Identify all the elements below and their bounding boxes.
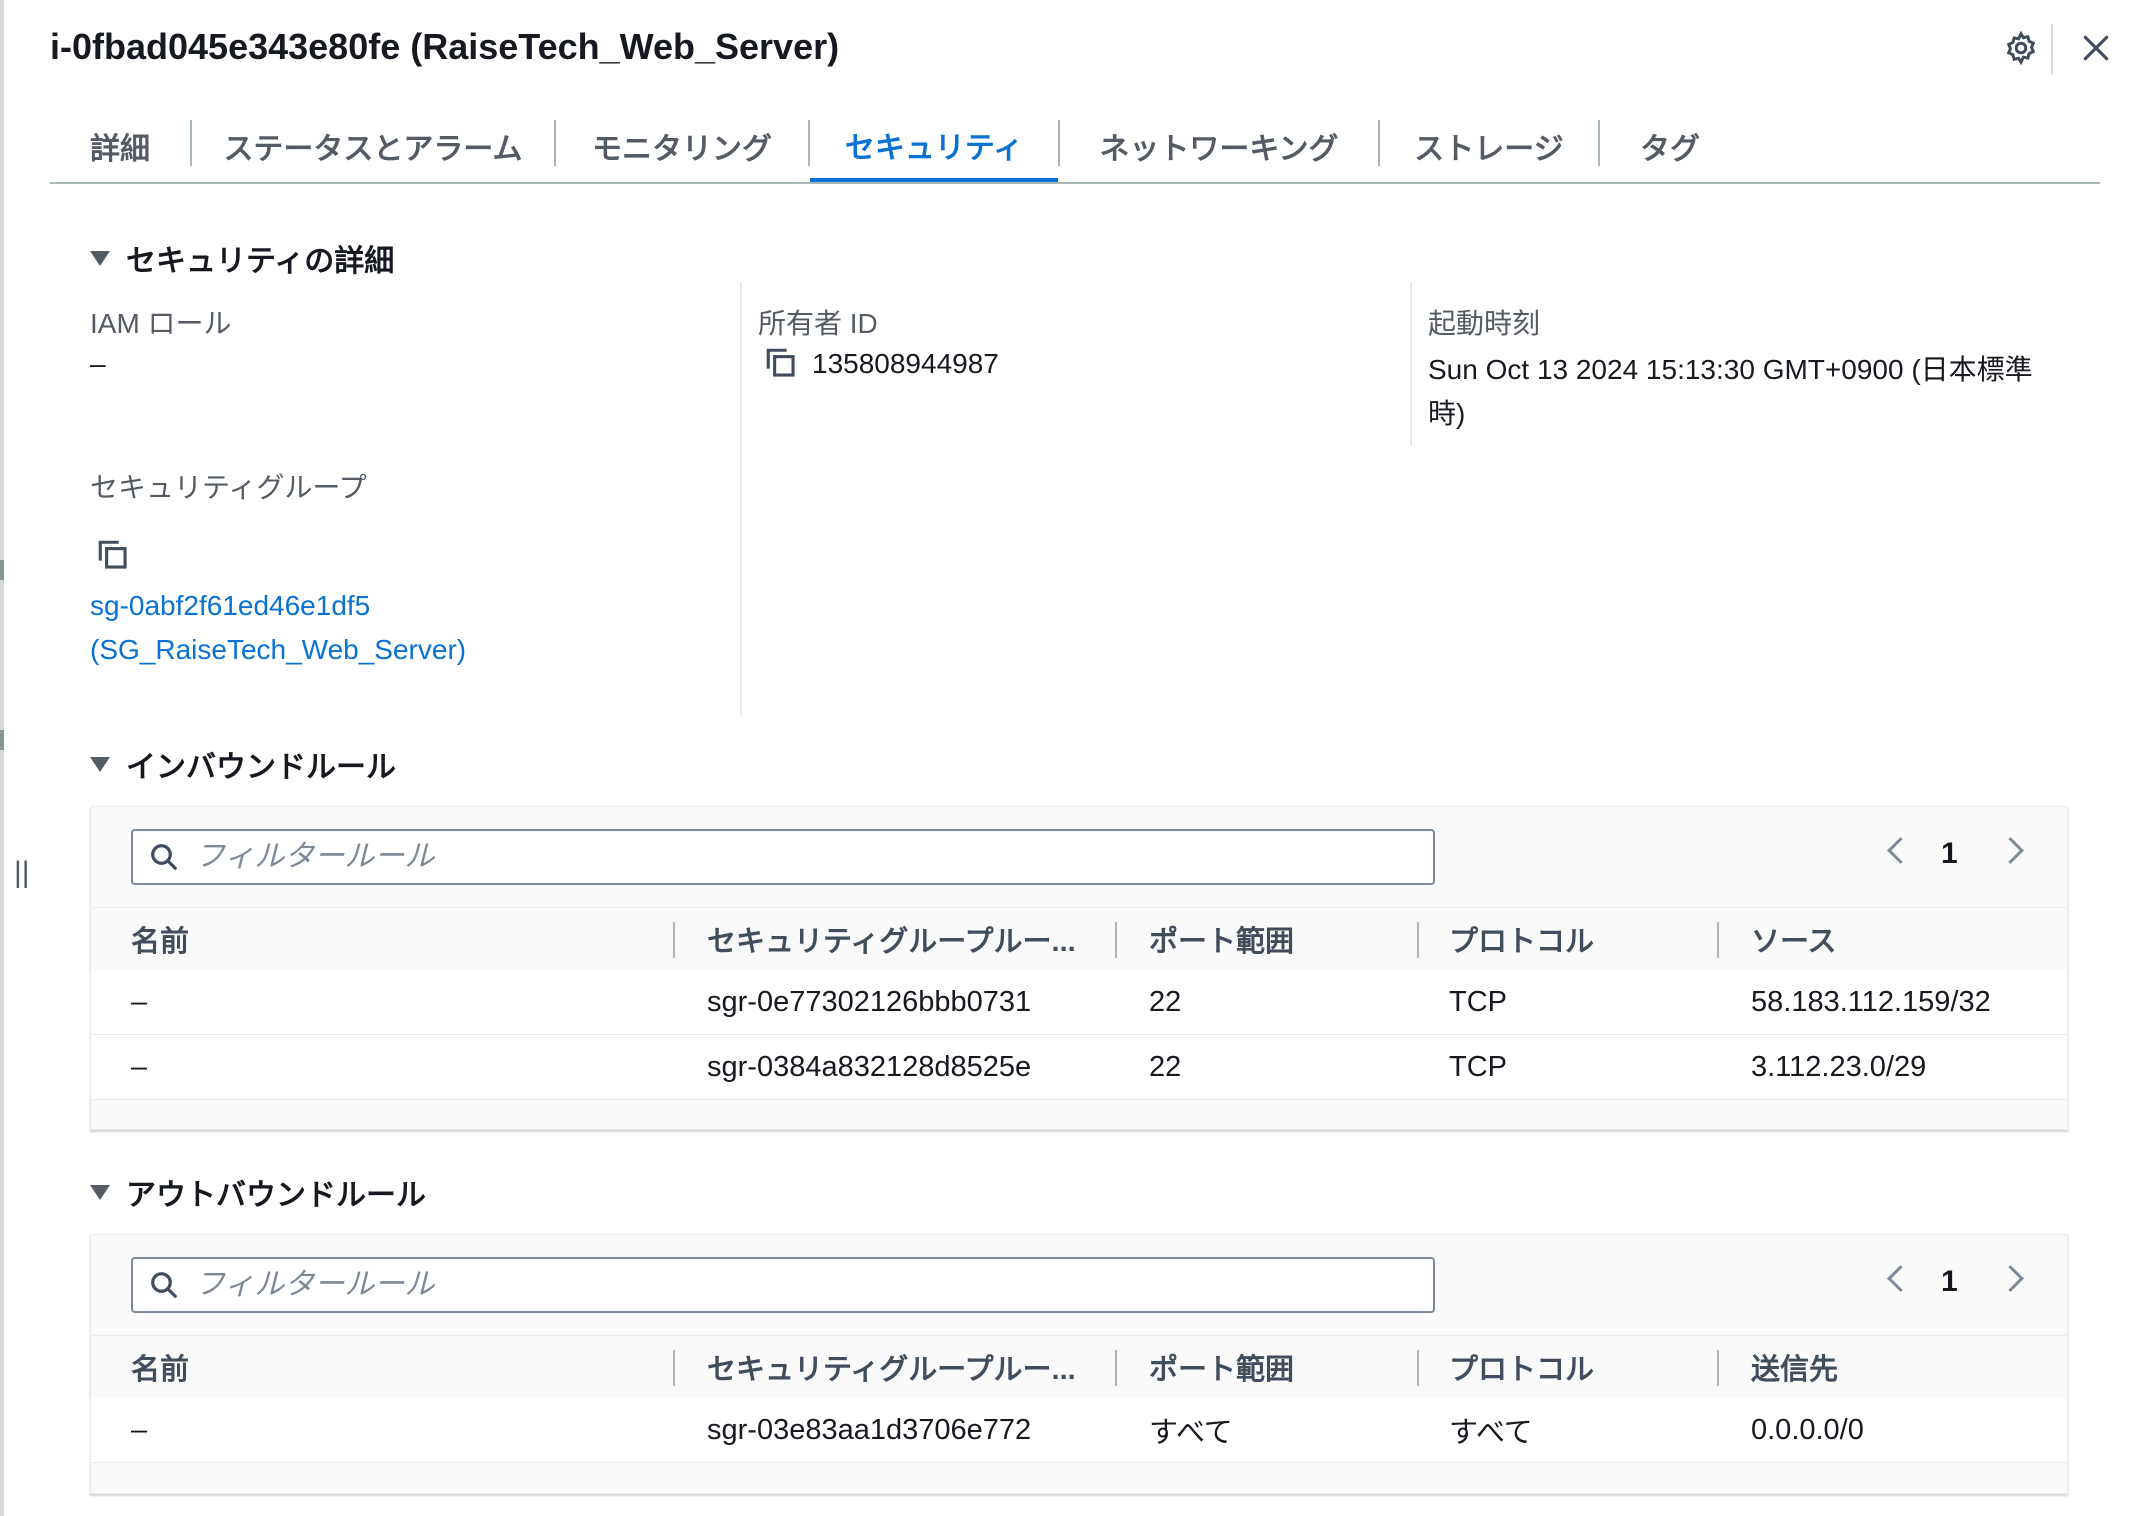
column-header-source[interactable]: ソース xyxy=(1751,908,1837,970)
settings-gear-icon[interactable] xyxy=(1999,26,2043,70)
tab-details[interactable]: 詳細 xyxy=(50,112,190,180)
cell-rule-id: sgr-03e83aa1d3706e772 xyxy=(707,1413,1032,1446)
column-resizer[interactable] xyxy=(673,1350,675,1386)
iam-role-label: IAM ロール xyxy=(90,308,232,339)
caret-down-icon xyxy=(90,756,110,772)
copy-icon[interactable] xyxy=(96,538,132,574)
column-resizer[interactable] xyxy=(673,922,675,958)
chevron-right-icon[interactable] xyxy=(1997,1265,2024,1292)
search-icon xyxy=(151,1272,177,1298)
owner-id-label: 所有者 ID xyxy=(758,308,878,339)
page-number[interactable]: 1 xyxy=(1941,1265,1958,1299)
tab-bar: 詳細 ステータスとアラーム モニタリング セキュリティ ネットワーキング ストレ… xyxy=(50,112,2100,184)
cell-protocol: すべて xyxy=(1449,1417,1533,1449)
caret-down-icon xyxy=(90,250,110,266)
cell-port-range: すべて xyxy=(1149,1417,1233,1449)
section-title: インバウンドルール xyxy=(126,751,396,784)
column-header-protocol[interactable]: プロトコル xyxy=(1449,1336,1594,1398)
copy-icon[interactable] xyxy=(764,346,800,382)
column-header-name[interactable]: 名前 xyxy=(131,908,189,970)
column-divider xyxy=(1410,282,1412,446)
column-resizer[interactable] xyxy=(1717,1350,1719,1386)
launch-time-value-line1: Sun Oct 13 2024 15:13:30 GMT+0900 (日本標準 xyxy=(1428,354,2033,385)
tab-networking[interactable]: ネットワーキング xyxy=(1060,112,1378,180)
cell-protocol: TCP xyxy=(1449,1050,1507,1083)
cell-protocol: TCP xyxy=(1449,985,1507,1018)
table-row[interactable]: – sgr-0384a832128d8525e 22 TCP 3.112.23.… xyxy=(91,1035,2067,1100)
inbound-filter[interactable] xyxy=(131,829,1435,885)
close-icon[interactable] xyxy=(2074,26,2118,70)
cell-name: – xyxy=(131,985,148,1018)
column-header-port-range[interactable]: ポート範囲 xyxy=(1149,1336,1294,1398)
cell-source: 58.183.112.159/32 xyxy=(1751,985,1991,1018)
table-header: 名前 セキュリティグループルー... ポート範囲 プロトコル 送信先 xyxy=(91,1335,2067,1399)
chevron-right-icon[interactable] xyxy=(1997,837,2024,864)
section-title: アウトバウンドルール xyxy=(126,1179,426,1212)
cell-name: – xyxy=(131,1050,148,1083)
tab-status-alarms[interactable]: ステータスとアラーム xyxy=(192,112,554,180)
column-resizer[interactable] xyxy=(1717,922,1719,958)
left-rail-tick xyxy=(0,730,4,750)
search-icon xyxy=(151,844,177,870)
chevron-left-icon[interactable] xyxy=(1887,837,1914,864)
cell-destination: 0.0.0.0/0 xyxy=(1751,1413,1864,1446)
section-title: セキュリティの詳細 xyxy=(126,245,395,278)
security-group-link-name[interactable]: (SG_RaiseTech_Web_Server) xyxy=(90,634,466,666)
column-header-destination[interactable]: 送信先 xyxy=(1751,1336,1838,1398)
column-header-port-range[interactable]: ポート範囲 xyxy=(1149,908,1294,970)
cell-source: 3.112.23.0/29 xyxy=(1751,1050,1927,1083)
cell-port-range: 22 xyxy=(1149,985,1182,1018)
iam-role-value: – xyxy=(90,348,106,379)
table-row[interactable]: – sgr-0e77302126bbb0731 22 TCP 58.183.11… xyxy=(91,970,2067,1035)
column-header-rule-id[interactable]: セキュリティグループルー... xyxy=(707,1336,1076,1398)
inbound-rules-table: 1 名前 セキュリティグループルー... ポート範囲 プロトコル ソース – s… xyxy=(90,806,2068,1130)
page-number[interactable]: 1 xyxy=(1941,837,1958,871)
security-group-label: セキュリティグループ xyxy=(90,472,367,503)
security-group-link[interactable]: sg-0abf2f61ed46e1df5 xyxy=(90,590,370,622)
cell-name: – xyxy=(131,1413,148,1446)
panel-title: i-0fbad045e343e80fe (RaiseTech_Web_Serve… xyxy=(50,26,840,67)
owner-id-row: 135808944987 xyxy=(764,346,999,382)
outbound-rules-header[interactable]: アウトバウンドルール xyxy=(90,1170,426,1214)
tab-storage[interactable]: ストレージ xyxy=(1380,112,1598,180)
launch-time-value-line2: 時) xyxy=(1428,398,1466,429)
caret-down-icon xyxy=(90,1184,110,1200)
inbound-filter-input[interactable] xyxy=(193,839,1397,875)
tab-tags[interactable]: タグ xyxy=(1600,112,1740,180)
column-resizer[interactable] xyxy=(1417,1350,1419,1386)
tab-security[interactable]: セキュリティ xyxy=(810,112,1058,182)
resize-handle-icon[interactable]: || xyxy=(14,856,30,890)
left-rail-tick xyxy=(0,560,4,580)
inbound-rules-header[interactable]: インバウンドルール xyxy=(90,742,396,786)
tab-monitoring[interactable]: モニタリング xyxy=(556,112,808,180)
owner-id-value: 135808944987 xyxy=(812,348,999,379)
column-header-name[interactable]: 名前 xyxy=(131,1336,189,1398)
outbound-filter-input[interactable] xyxy=(193,1267,1397,1303)
column-resizer[interactable] xyxy=(1115,1350,1117,1386)
table-row[interactable]: – sgr-03e83aa1d3706e772 すべて すべて 0.0.0.0/… xyxy=(91,1398,2067,1463)
column-header-rule-id[interactable]: セキュリティグループルー... xyxy=(707,908,1076,970)
launch-time-label: 起動時刻 xyxy=(1428,308,1541,339)
cell-rule-id: sgr-0384a832128d8525e xyxy=(707,1050,1032,1083)
cell-rule-id: sgr-0e77302126bbb0731 xyxy=(707,985,1032,1018)
column-resizer[interactable] xyxy=(1115,922,1117,958)
column-header-protocol[interactable]: プロトコル xyxy=(1449,908,1594,970)
header-divider xyxy=(2051,24,2053,74)
security-details-header[interactable]: セキュリティの詳細 xyxy=(90,236,394,280)
column-resizer[interactable] xyxy=(1417,922,1419,958)
outbound-rules-table: 1 名前 セキュリティグループルー... ポート範囲 プロトコル 送信先 – s… xyxy=(90,1234,2068,1494)
column-divider xyxy=(740,282,742,716)
table-header: 名前 セキュリティグループルー... ポート範囲 プロトコル ソース xyxy=(91,907,2067,971)
outbound-filter[interactable] xyxy=(131,1257,1435,1313)
left-rail xyxy=(0,0,4,1516)
cell-port-range: 22 xyxy=(1149,1050,1182,1083)
chevron-left-icon[interactable] xyxy=(1887,1265,1914,1292)
